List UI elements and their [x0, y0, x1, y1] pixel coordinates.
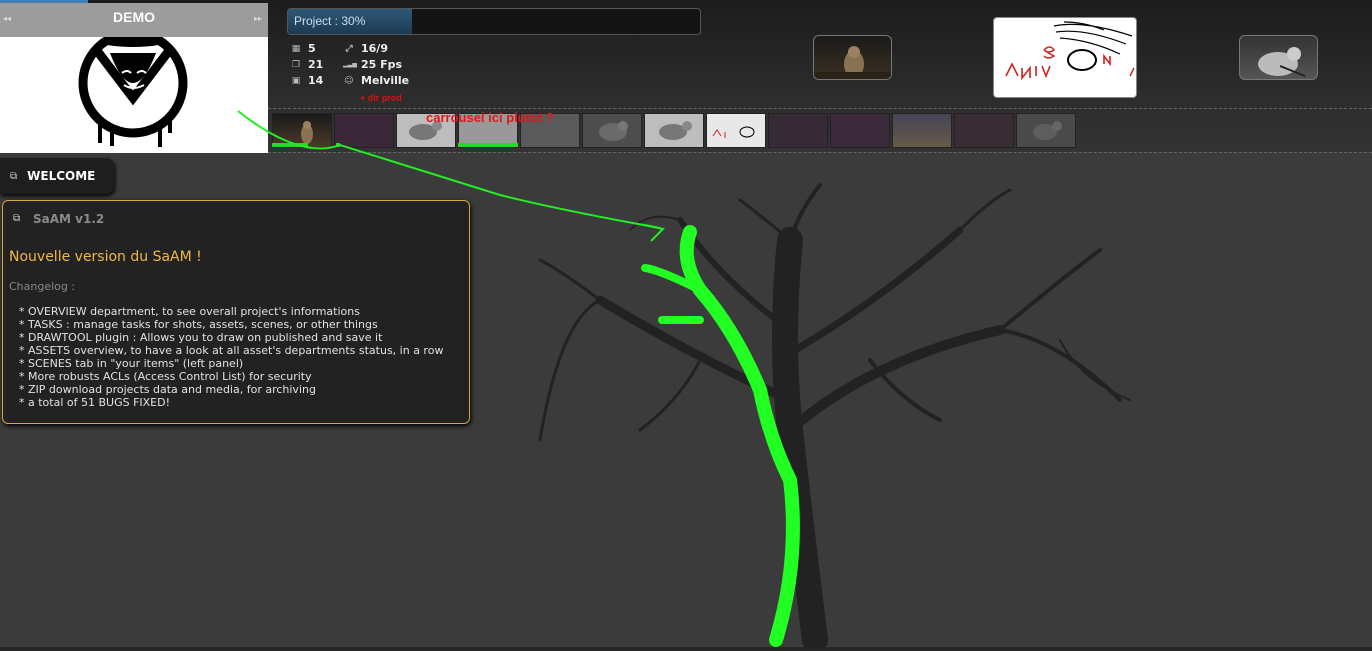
list-item: * SCENES tab in "your items" (left panel… — [19, 357, 244, 370]
panel-heading: Nouvelle version du SaAM ! — [9, 249, 202, 265]
list-item: * More robusts ACLs (Access Control List… — [19, 370, 312, 383]
changelog-panel: ⧉ SaAM v1.2 Nouvelle version du SaAM ! C… — [2, 200, 470, 424]
list-item: * ZIP download projects data and media, … — [19, 383, 316, 396]
list-item: * TASKS : manage tasks for shots, assets… — [19, 318, 378, 331]
list-item: * OVERVIEW department, to see overall pr… — [19, 305, 360, 318]
changelog-label: Changelog : — [9, 280, 76, 293]
welcome-tab[interactable]: ⧉ WELCOME — [0, 158, 114, 194]
panel-title: SaAM v1.2 — [33, 212, 105, 226]
window-icon: ⧉ — [10, 170, 18, 182]
list-item: * a total of 51 BUGS FIXED! — [19, 396, 171, 409]
changelog-list: * OVERVIEW department, to see overall pr… — [19, 305, 443, 409]
window-icon: ⧉ — [13, 213, 21, 224]
list-item: * DRAWTOOL plugin : Allows you to draw o… — [19, 331, 383, 344]
bottom-bar — [0, 647, 1372, 651]
welcome-label: WELCOME — [27, 169, 96, 183]
list-item: * ASSETS overview, to have a look at all… — [19, 344, 444, 357]
